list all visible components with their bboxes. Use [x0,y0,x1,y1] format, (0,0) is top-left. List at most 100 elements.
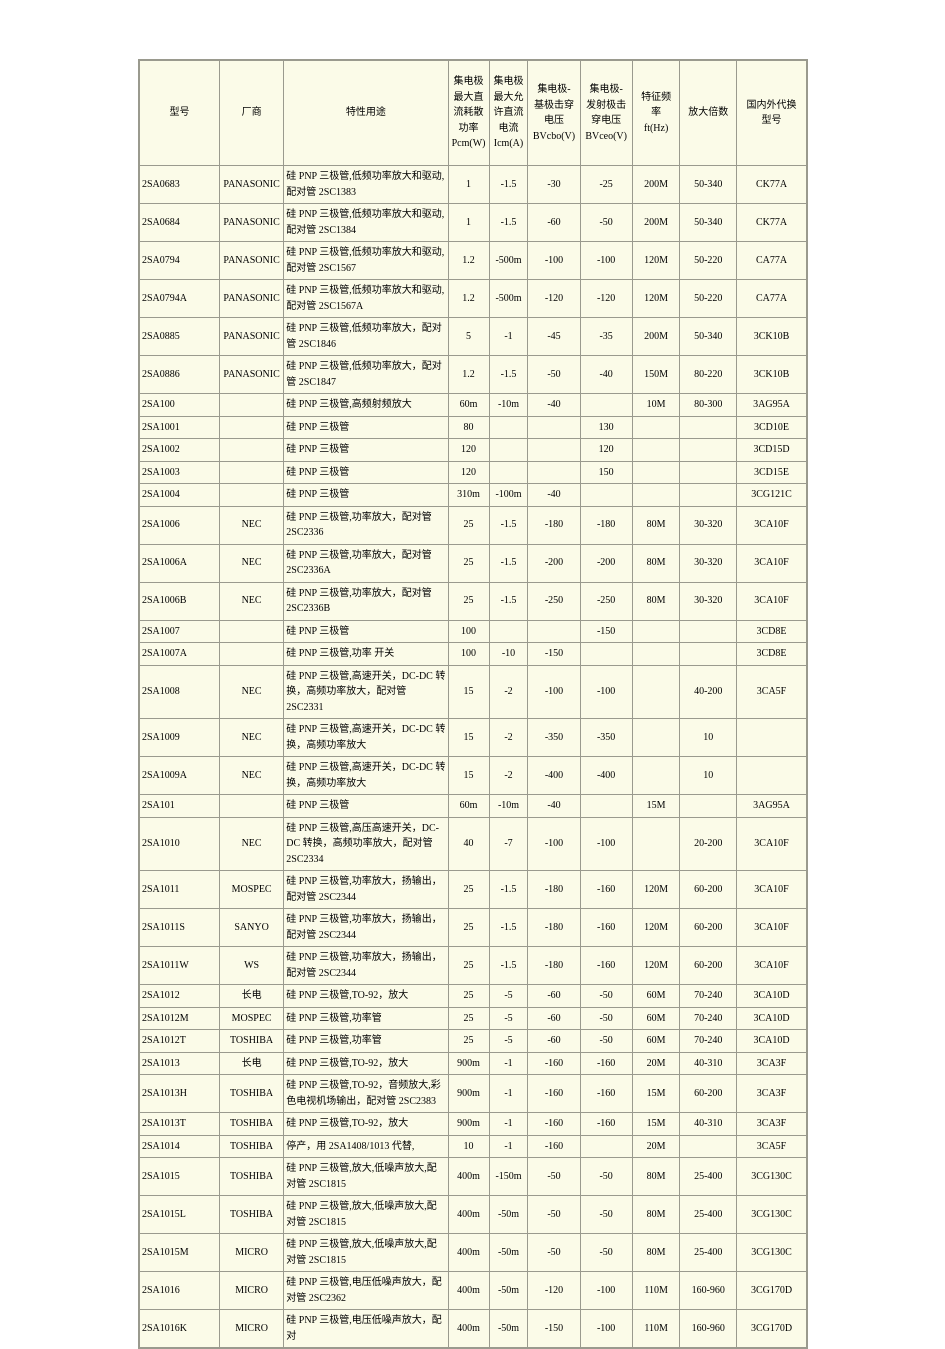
cell-icm: -1.5 [488,870,529,909]
table-row: 2SA0794A PANASONIC 硅 PNP 三极管,低频功率放大和驱动,配对管… [139,279,807,318]
cell-ft: 15M [631,1074,681,1113]
cell-substitute: 3CA10F [736,816,807,871]
cell-maker: 长电 [218,984,285,1008]
cell-pcm: 900m [447,1051,490,1075]
header-line: 集电极 [493,76,524,88]
cell-bvceo: -160 [579,908,633,947]
cell-icm: -50m [488,1309,529,1348]
cell-description: 硅 PNP 三极管,功率 开关 [283,642,449,666]
header-line: 最大允 [493,91,524,103]
cell-icm: -500m [488,241,529,280]
cell-ft [631,460,681,484]
cell-bvceo: -50 [579,1006,633,1030]
cell-pcm: 900m [447,1074,490,1113]
cell-pcm: 400m [447,1271,490,1310]
cell-maker: TOSHIBA [218,1112,285,1136]
header-line: 电压 [543,115,564,126]
header-line: 集电极- [589,84,623,95]
header-line: 集电极 [453,76,484,88]
cell-bvceo [579,794,633,818]
cell-hfe: 160-960 [679,1271,738,1310]
cell-model: 2SA1006 [139,505,220,545]
table-row: 2SA1015 TOSHIBA 硅 PNP 三极管,放大,低噪声放大,配对管 2SC… [139,1157,807,1196]
table-row: 2SA1011S SANYO 硅 PNP 三极管,功率放大，扬输出，配对管 2SC2… [139,908,807,947]
cell-substitute: 3CA3F [736,1074,807,1113]
cell-substitute: 3CA3F [736,1051,807,1075]
cell-substitute: 3CD8E [736,619,807,643]
cell-model: 2SA1016 [139,1271,220,1310]
column-header-bvceo: 集电极- 发射极击 穿电压 BVceo(V) [579,60,633,166]
table-row: 2SA0886 PANASONIC 硅 PNP 三极管,低频功率放大，配对管 2SC… [139,355,807,394]
table-row: 2SA1015L TOSHIBA 硅 PNP 三极管,放大,低噪声放大,配对管 2S… [139,1195,807,1234]
cell-icm: -50m [488,1271,529,1310]
header-line: 基极击穿 [533,99,574,111]
table-row: 2SA0885 PANASONIC 硅 PNP 三极管,低频功率放大，配对管 2SC… [139,317,807,356]
cell-model: 2SA100 [139,393,220,417]
table-row: 2SA1014 TOSHIBA 停产，用 2SA1408/1013 代替, 10 -1-… [139,1134,807,1158]
cell-ft: 10M [631,393,681,417]
cell-model: 2SA1016K [139,1309,220,1348]
cell-substitute: 3CA10D [736,1029,807,1053]
cell-model: 2SA1013 [139,1051,220,1075]
cell-maker: MICRO [218,1271,285,1310]
cell-maker: NEC [218,543,285,583]
header-line: Pcm(W) [451,138,486,150]
cell-ft: 80M [631,1195,681,1234]
header-line: 电流 [498,122,519,134]
column-header-text: 集电极 最大允 许直流 电流 Icm(A) [491,74,527,152]
cell-ft: 80M [631,1157,681,1196]
cell-pcm: 15 [447,664,490,719]
cell-icm: -1.5 [488,165,529,204]
cell-description: 硅 PNP 三极管,高速开关，DC-DC 转换，高频功率放大 [283,756,449,795]
cell-bvceo: -250 [579,581,633,621]
cell-substitute: 3CD8E [736,642,807,666]
cell-bvcbo: -150 [527,642,581,666]
cell-bvceo [579,393,633,417]
cell-maker: SANYO [218,908,285,947]
cell-description: 硅 PNP 三极管,高频射频放大 [283,393,449,417]
cell-substitute: 3CG170D [736,1271,807,1310]
cell-hfe [679,1134,738,1158]
cell-model: 2SA1007 [139,619,220,643]
cell-substitute: 3CA5F [736,1134,807,1158]
cell-bvceo: -25 [579,165,633,204]
cell-bvcbo: -60 [527,1029,581,1053]
cell-bvceo: -40 [579,355,633,394]
table-row: 2SA1008 NEC 硅 PNP 三极管,高速开关，DC-DC 转换，高频功率放大… [139,664,807,719]
cell-substitute: 3CK10B [736,355,807,394]
cell-hfe [679,438,738,462]
cell-description: 硅 PNP 三极管,TO-92，放大 [283,1112,449,1136]
table-row: 2SA1011W WS 硅 PNP 三极管,功率放大，扬输出，配对管 2SC2344… [139,946,807,985]
cell-substitute: 3AG95A [736,794,807,818]
cell-pcm: 25 [447,543,490,583]
cell-maker: TOSHIBA [218,1195,285,1234]
header-line: 最大直 [453,91,484,103]
header-line: 特征频 [641,91,672,103]
cell-bvcbo: -150 [527,1309,581,1348]
cell-ft [631,483,681,507]
header-line: 特性用途 [345,107,386,119]
cell-bvcbo: -45 [527,317,581,356]
cell-icm: -1 [488,1112,529,1136]
cell-maker: NEC [218,505,285,545]
cell-hfe: 10 [679,718,738,757]
cell-substitute: 3CG130C [736,1195,807,1234]
cell-bvcbo: -40 [527,483,581,507]
cell-substitute: CK77A [736,165,807,204]
cell-icm: -1.5 [488,946,529,985]
cell-hfe: 50-340 [679,317,738,356]
cell-maker: MICRO [218,1309,285,1348]
cell-bvceo: -50 [579,203,633,242]
cell-bvceo: -400 [579,756,633,795]
cell-ft: 80M [631,1233,681,1272]
cell-icm: -7 [488,816,529,871]
cell-hfe: 40-200 [679,664,738,719]
cell-description: 硅 PNP 三极管 [283,794,449,818]
cell-icm: -5 [488,984,529,1008]
cell-ft: 20M [631,1051,681,1075]
table-row: 2SA1001 硅 PNP 三极管 80 130 3CD10E [139,415,807,439]
cell-model: 2SA1013H [139,1074,220,1113]
cell-bvceo: -50 [579,984,633,1008]
header-line: ft(Hz) [643,122,669,134]
cell-maker: PANASONIC [218,241,285,280]
